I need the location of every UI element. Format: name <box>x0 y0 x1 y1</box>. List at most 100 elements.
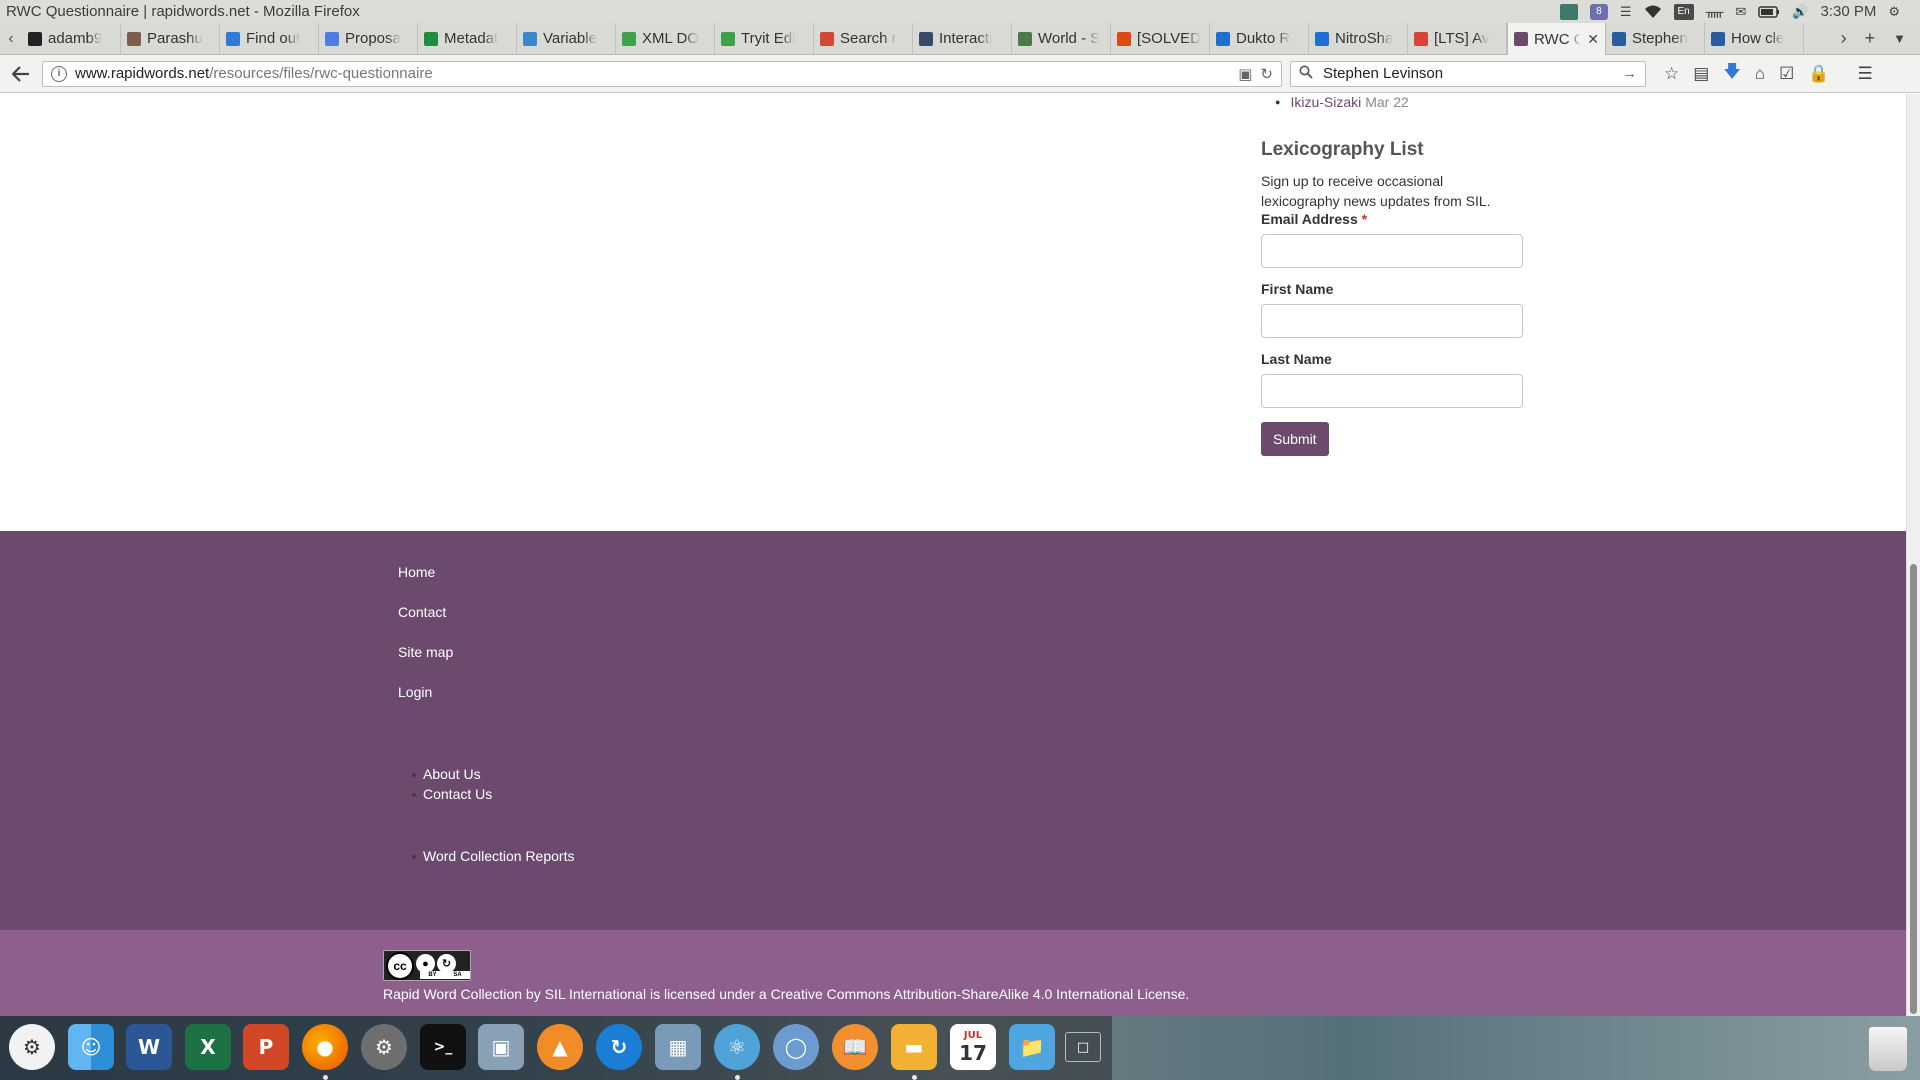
browser-tab[interactable]: Find out <box>220 23 319 54</box>
recent-item-link[interactable]: Ikizu-Sizaki <box>1290 94 1361 110</box>
app-indicator-icon[interactable]: 8 <box>1589 3 1608 20</box>
tab-label: XML DO <box>642 30 699 47</box>
word-icon[interactable]: W <box>126 1024 172 1070</box>
browser-tab[interactable]: Proposa <box>319 23 418 54</box>
footer-nav-login[interactable]: Login <box>398 684 432 700</box>
license-author-link[interactable]: SIL International <box>545 986 646 1002</box>
tab-scroll-left-icon[interactable]: ‹ <box>0 23 22 54</box>
all-tabs-chevron-down-icon[interactable]: ▼ <box>1893 31 1906 46</box>
browser-tab[interactable]: Stephen <box>1606 23 1705 54</box>
browser-tab[interactable]: adamb9 <box>22 23 121 54</box>
browser-tab[interactable]: NitroSha <box>1309 23 1408 54</box>
browser-tab[interactable]: XML DO <box>616 23 715 54</box>
browser-tab[interactable]: Interacti <box>913 23 1012 54</box>
finder-icon[interactable]: ☺ <box>68 1024 114 1070</box>
signup-title: Lexicography List <box>1261 139 1424 160</box>
keyboard-layout-indicator[interactable]: En <box>1673 3 1694 20</box>
wifi-icon[interactable] <box>1644 5 1662 19</box>
terminal-icon[interactable]: >_ <box>420 1024 466 1070</box>
search-input[interactable]: Stephen Levinson <box>1323 65 1612 82</box>
url-text[interactable]: www.rapidwords.net/resources/files/rwc-q… <box>75 65 1230 82</box>
browser-tab[interactable]: [LTS] Av <box>1408 23 1507 54</box>
tab-close-icon[interactable]: ✕ <box>1587 31 1599 48</box>
running-indicator <box>735 1075 740 1080</box>
footer-list-item: Contact Us <box>412 786 492 802</box>
image-viewer-icon[interactable]: ▦ <box>655 1024 701 1070</box>
ubuntu-launcher-icon[interactable]: ⚙ <box>9 1024 55 1070</box>
browser-tab[interactable]: [SOLVED <box>1111 23 1210 54</box>
new-tab-icon[interactable]: + <box>1865 28 1876 49</box>
footer-link-word-collection-reports[interactable]: Word Collection Reports <box>423 848 574 864</box>
tab-label: NitroSha <box>1335 30 1394 47</box>
first-name-field[interactable] <box>1261 304 1523 338</box>
vlc-cone-icon[interactable]: ▲ <box>537 1024 583 1070</box>
running-indicator <box>912 1075 917 1080</box>
reader-view-icon[interactable]: ▣ <box>1238 65 1252 83</box>
url-host: www.rapidwords.net <box>75 65 210 82</box>
bluetooth-icon[interactable]: ᚅ <box>1706 4 1724 20</box>
bookmarks-list-icon[interactable]: ▤ <box>1693 64 1709 84</box>
excel-icon[interactable]: X <box>185 1024 231 1070</box>
email-field[interactable] <box>1261 234 1523 268</box>
downloads-arrow-icon[interactable]: 🡇 <box>1723 59 1740 88</box>
back-button[interactable] <box>8 61 34 87</box>
files-folder-icon[interactable]: 📁 <box>1009 1024 1055 1070</box>
footer-nav-site-map[interactable]: Site map <box>398 644 453 660</box>
letter-a-icon <box>1315 31 1329 46</box>
site-info-icon[interactable]: i <box>51 65 67 82</box>
workspace-switcher-icon[interactable]: □ <box>1065 1032 1101 1062</box>
browser-tab[interactable]: How cle <box>1705 23 1804 54</box>
search-go-arrow-icon[interactable]: → <box>1622 65 1637 82</box>
browser-tab[interactable]: Metadat <box>418 23 517 54</box>
tab-scroll-right-icon[interactable]: › <box>1841 28 1847 49</box>
bookmark-star-icon[interactable]: ☆ <box>1664 64 1679 84</box>
firefox-icon[interactable]: ● <box>302 1024 348 1070</box>
notes-icon[interactable]: ▬ <box>891 1024 937 1070</box>
browser-tab[interactable]: Tryit Edi <box>715 23 814 54</box>
browser-tab[interactable]: World - S <box>1012 23 1111 54</box>
tab-label: Proposa <box>345 30 401 47</box>
footer-nav-contact[interactable]: Contact <box>398 604 446 620</box>
search-bar[interactable]: Stephen Levinson → <box>1290 60 1646 87</box>
system-preferences-gear-icon[interactable]: ⚙ <box>361 1024 407 1070</box>
home-icon[interactable]: ⌂ <box>1755 64 1765 84</box>
browser-tab[interactable]: Search r <box>814 23 913 54</box>
calendar-icon[interactable]: JUL 17 <box>950 1024 996 1070</box>
browser-tab[interactable]: Dukto R <box>1210 23 1309 54</box>
browser-tab[interactable]: Parashu <box>121 23 220 54</box>
gmail-icon <box>1414 31 1428 46</box>
clock[interactable]: 3:30 PM <box>1820 3 1876 20</box>
lock-icon[interactable]: 🔒 <box>1808 64 1829 84</box>
tab-label: World - S <box>1038 30 1101 47</box>
preview-icon[interactable]: ▣ <box>478 1024 524 1070</box>
menu-hamburger-icon[interactable]: ☰ <box>1858 64 1873 84</box>
volume-icon[interactable]: 🔊 <box>1792 4 1808 20</box>
page-scrollbar[interactable] <box>1906 94 1920 1016</box>
creative-commons-badge[interactable]: cc ● ↻ BY SA <box>383 950 471 981</box>
chromium-icon[interactable]: ◯ <box>773 1024 819 1070</box>
license-name-link[interactable]: Creative Commons Attribution-ShareAlike … <box>771 986 1186 1002</box>
scrollbar-thumb[interactable] <box>1910 564 1917 1014</box>
battery-icon[interactable] <box>1758 5 1780 18</box>
reload-icon[interactable]: ↻ <box>1260 65 1273 83</box>
last-name-field[interactable] <box>1261 374 1523 408</box>
menu-lines-icon[interactable]: ☰ <box>1620 4 1632 20</box>
browser-tab[interactable]: Variable <box>517 23 616 54</box>
footer-link-about-us[interactable]: About Us <box>423 766 481 782</box>
settings-gear-icon[interactable]: ⚙ <box>1888 4 1900 20</box>
tab-label: Tryit Edi <box>741 30 796 47</box>
footer-nav-home[interactable]: Home <box>398 564 435 580</box>
app-indicator-icon[interactable] <box>1559 3 1578 20</box>
trash-icon[interactable] <box>1868 1026 1908 1072</box>
footer-link-contact-us[interactable]: Contact Us <box>423 786 492 802</box>
powerpoint-icon[interactable]: P <box>243 1024 289 1070</box>
update-sync-icon[interactable]: ↻ <box>596 1024 642 1070</box>
pocket-icon[interactable]: ☑ <box>1779 64 1794 84</box>
books-icon[interactable]: 📖 <box>832 1024 878 1070</box>
browser-tab[interactable]: RWC Q ✕ <box>1507 23 1606 55</box>
atom-icon[interactable]: ⚛ <box>714 1024 760 1070</box>
submit-button[interactable]: Submit <box>1261 422 1329 456</box>
tab-label: Variable <box>543 30 597 47</box>
url-bar[interactable]: i www.rapidwords.net/resources/files/rwc… <box>42 60 1282 87</box>
mail-icon[interactable]: ✉ <box>1735 4 1746 20</box>
